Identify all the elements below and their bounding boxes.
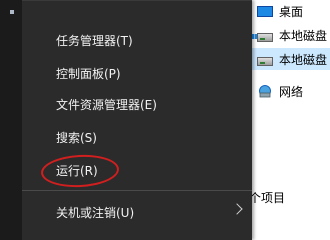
menu-item-file-explorer[interactable]: 文件资源管理器(E) [22,89,252,119]
network-icon [257,84,273,98]
nav-item-label: 桌面 [279,4,304,19]
menu-divider [22,0,252,1]
nav-item-desktop[interactable]: 桌面 [249,0,330,22]
nav-item-local-disk-1[interactable]: 本地磁盘 [249,24,330,46]
menu-item-label: 控制面板(P) [56,66,121,81]
winx-context-menu: 任务管理器(T) 控制面板(P) 文件资源管理器(E) 搜索(S) 运行(R) … [0,0,252,240]
menu-item-task-manager[interactable]: 任务管理器(T) [22,25,252,55]
menu-item-control-panel[interactable]: 控制面板(P) [22,58,252,88]
nav-item-local-disk-2[interactable]: 本地磁盘 [249,48,330,70]
menu-item-shutdown-signout[interactable]: 关机或注销(U) [22,197,252,227]
nav-item-label: 本地磁盘 [279,52,328,67]
menu-separator [22,190,252,191]
menu-left-edge [0,0,22,240]
indicator-dot [10,10,14,14]
drive-icon [257,56,273,66]
drive-icon [252,32,273,42]
nav-item-label: 网络 [279,84,304,99]
nav-item-network[interactable]: 网络 [249,80,330,102]
menu-item-label: 文件资源管理器(E) [56,97,157,112]
nav-item-label: 本地磁盘 [279,28,328,43]
menu-item-label: 搜索(S) [56,130,97,145]
item-count-status: 个项目 [249,188,330,208]
menu-item-search[interactable]: 搜索(S) [22,122,252,152]
menu-item-label: 任务管理器(T) [56,33,133,48]
menu-item-label: 关机或注销(U) [56,205,135,220]
desktop-icon [257,5,273,17]
